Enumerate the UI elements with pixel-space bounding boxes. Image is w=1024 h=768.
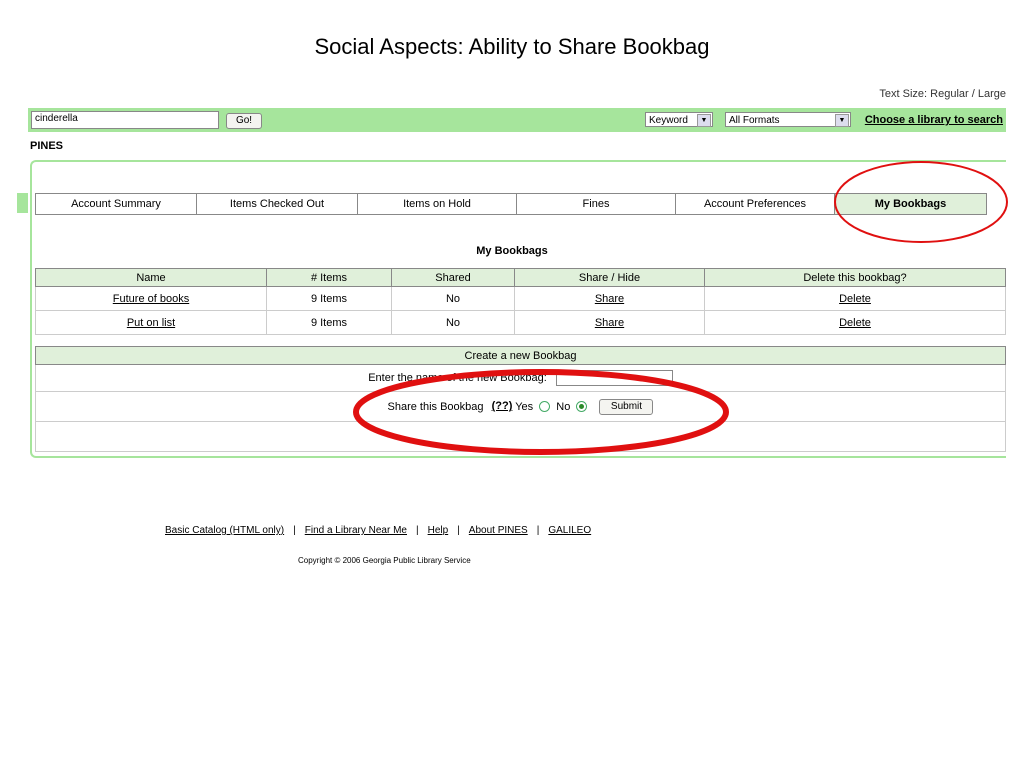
chevron-down-icon: ▼ bbox=[835, 114, 849, 127]
create-bookbag-form: Create a new Bookbag Enter the name of t… bbox=[35, 346, 1006, 452]
help-link[interactable]: Help bbox=[428, 525, 449, 536]
text-size-control[interactable]: Text Size: Regular / Large bbox=[879, 88, 1006, 100]
search-input[interactable]: cinderella bbox=[31, 111, 219, 129]
bookbags-heading: My Bookbags bbox=[476, 245, 548, 257]
share-bookbag-label: Share this Bookbag bbox=[387, 400, 484, 413]
panel-tab-stub bbox=[17, 193, 28, 213]
search-bar: cinderella Go! Keyword ▼ All Formats ▼ C… bbox=[28, 108, 1006, 132]
footer-separator: | bbox=[536, 525, 540, 536]
column-header-delete: Delete this bookbag? bbox=[704, 268, 1006, 287]
new-bookbag-name-label: Enter the name of the new Bookbag: bbox=[368, 371, 547, 384]
footer-separator: | bbox=[457, 525, 460, 536]
search-type-select[interactable]: Keyword ▼ bbox=[645, 112, 713, 127]
column-header-name: Name bbox=[35, 268, 267, 287]
choose-library-link[interactable]: Choose a library to search bbox=[865, 114, 1003, 126]
no-label: No bbox=[556, 400, 571, 413]
tab-fines[interactable]: Fines bbox=[516, 193, 676, 215]
submit-button[interactable]: Submit bbox=[599, 398, 654, 415]
new-bookbag-name-input[interactable] bbox=[555, 370, 673, 386]
tab-items-checked-out[interactable]: Items Checked Out bbox=[196, 193, 358, 215]
tab-account-preferences[interactable]: Account Preferences bbox=[675, 193, 835, 215]
tab-items-on-hold[interactable]: Items on Hold bbox=[357, 193, 517, 215]
column-header-share-hide: Share / Hide bbox=[514, 268, 705, 287]
chevron-down-icon: ▼ bbox=[697, 114, 711, 127]
format-select[interactable]: All Formats ▼ bbox=[725, 112, 851, 127]
bookbag-name-link[interactable]: Future of books bbox=[113, 293, 189, 305]
galileo-link[interactable]: GALILEO bbox=[548, 525, 591, 536]
format-value: All Formats bbox=[729, 115, 780, 126]
tab-account-summary[interactable]: Account Summary bbox=[35, 193, 197, 215]
delete-link[interactable]: Delete bbox=[839, 317, 871, 329]
column-header-items: # Items bbox=[266, 268, 392, 287]
yes-label: Yes bbox=[515, 400, 534, 413]
copyright-text: Copyright © 2006 Georgia Public Library … bbox=[298, 556, 471, 565]
table-header-row: Name # Items Shared Share / Hide Delete … bbox=[35, 268, 1006, 287]
slide-title: Social Aspects: Ability to Share Bookbag bbox=[314, 34, 710, 59]
share-no-radio[interactable] bbox=[576, 401, 588, 412]
share-link[interactable]: Share bbox=[595, 317, 624, 329]
create-bookbag-header: Create a new Bookbag bbox=[35, 346, 1006, 365]
bookbags-table: Name # Items Shared Share / Hide Delete … bbox=[35, 268, 1006, 335]
bookbag-shared-status: No bbox=[391, 286, 515, 311]
about-pines-link[interactable]: About PINES bbox=[469, 525, 528, 536]
column-header-shared: Shared bbox=[391, 268, 515, 287]
share-yes-radio[interactable] bbox=[539, 401, 551, 412]
basic-catalog-link[interactable]: Basic Catalog (HTML only) bbox=[165, 525, 284, 536]
delete-link[interactable]: Delete bbox=[839, 293, 871, 305]
table-row: Put on list 9 Items No Share Delete bbox=[35, 310, 1006, 335]
create-form-spacer bbox=[35, 421, 1006, 452]
footer-links: Basic Catalog (HTML only) | Find a Library… bbox=[165, 525, 591, 536]
share-help-link[interactable]: (??) bbox=[492, 400, 513, 412]
bookbag-shared-status: No bbox=[391, 310, 515, 335]
tab-my-bookbags[interactable]: My Bookbags bbox=[834, 193, 987, 215]
search-type-value: Keyword bbox=[649, 115, 688, 126]
go-button[interactable]: Go! bbox=[226, 113, 262, 129]
bookbag-item-count: 9 Items bbox=[266, 310, 392, 335]
footer-separator: | bbox=[416, 525, 419, 536]
share-link[interactable]: Share bbox=[595, 293, 624, 305]
account-tabs: Account Summary Items Checked Out Items … bbox=[35, 193, 987, 215]
table-row: Future of books 9 Items No Share Delete bbox=[35, 286, 1006, 311]
bookbag-name-link[interactable]: Put on list bbox=[127, 317, 175, 329]
find-library-link[interactable]: Find a Library Near Me bbox=[305, 525, 407, 536]
bookbag-item-count: 9 Items bbox=[266, 286, 392, 311]
footer-separator: | bbox=[293, 525, 296, 536]
org-name: PINES bbox=[30, 140, 64, 152]
